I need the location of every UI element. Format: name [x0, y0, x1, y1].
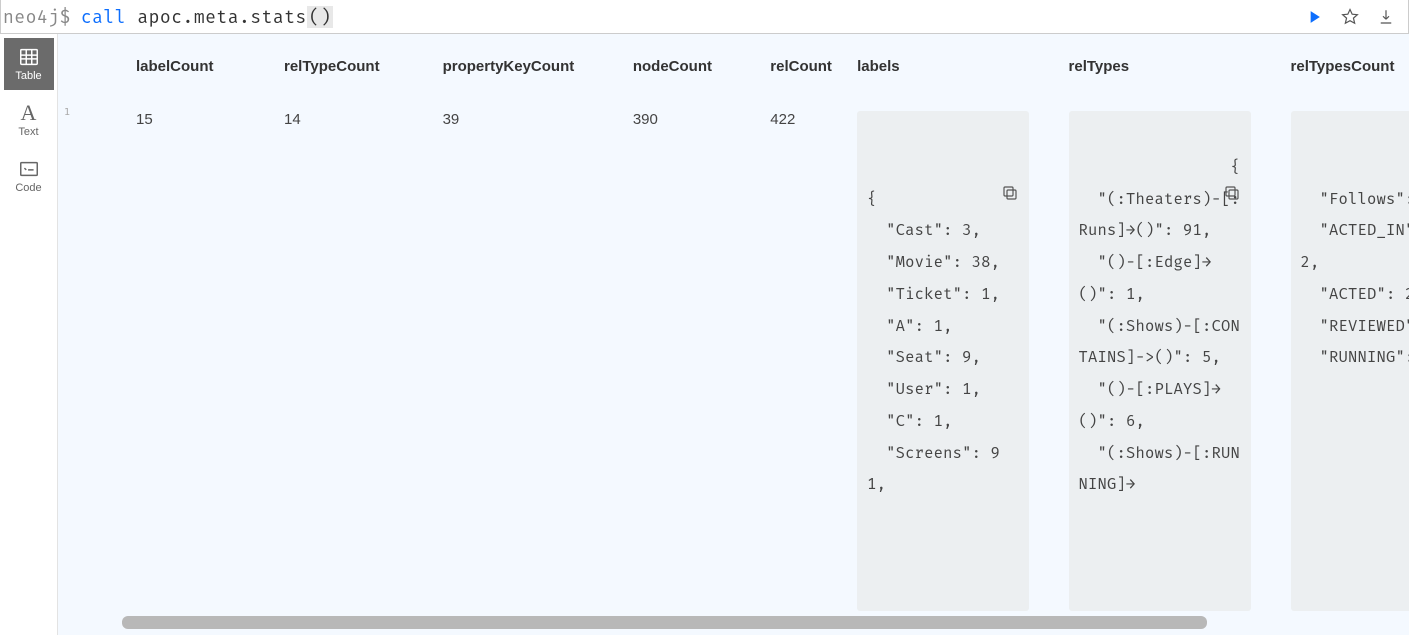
- relTypes-json-text: { "(:Theaters)-[:Runs]→()": 91, "()-[:Ed…: [1079, 159, 1241, 495]
- download-button[interactable]: [1372, 3, 1400, 31]
- table-header-row: labelCount relTypeCount propertyKeyCount…: [76, 34, 1409, 95]
- th-relTypes: relTypes: [1049, 34, 1271, 95]
- th-nodeCount: nodeCount: [573, 34, 710, 95]
- copy-icon: [1001, 184, 1019, 202]
- prompt-label: neo4j$: [1, 6, 81, 28]
- relTypes-json[interactable]: { "(:Theaters)-[:Runs]→()": 91, "()-[:Ed…: [1069, 111, 1251, 611]
- keyword-call: call: [81, 6, 126, 28]
- horizontal-scrollbar[interactable]: [122, 616, 1399, 629]
- th-labels: labels: [837, 34, 1048, 95]
- play-icon: [1304, 7, 1324, 27]
- labels-json-text: { "Cast": 3, "Movie": 38, "Ticket": 1, "…: [867, 191, 1000, 495]
- copy-button[interactable]: [1223, 119, 1243, 139]
- result-view-sidebar: Table A Text Code: [0, 34, 58, 635]
- text-icon: A: [18, 102, 40, 124]
- query-bar: neo4j$ call apoc.meta.stats(): [0, 0, 1409, 34]
- run-button[interactable]: [1300, 3, 1328, 31]
- star-icon: [1341, 8, 1359, 26]
- table-wrapper: labelCount relTypeCount propertyKeyCount…: [76, 34, 1409, 635]
- tab-text[interactable]: A Text: [4, 94, 54, 146]
- tab-text-label: Text: [18, 126, 38, 138]
- th-propertyKeyCount: propertyKeyCount: [383, 34, 573, 95]
- cell-labelCount: 15: [76, 95, 224, 621]
- download-icon: [1377, 8, 1395, 26]
- copy-icon: [1223, 184, 1241, 202]
- favorite-button[interactable]: [1336, 3, 1364, 31]
- th-relTypeCount: relTypeCount: [224, 34, 383, 95]
- tab-code-label: Code: [15, 182, 41, 194]
- labels-json[interactable]: { "Cast": 3, "Movie": 38, "Ticket": 1, "…: [857, 111, 1028, 611]
- main-area: Table A Text Code 1 labelCount relTypeCo…: [0, 34, 1409, 635]
- th-relTypesCount: relTypesCount: [1271, 34, 1409, 95]
- row-number: 1: [64, 107, 70, 118]
- result-area: 1 labelCount relTypeCount propertyKeyCou…: [58, 34, 1409, 635]
- relTypesCount-json-text: { "Follows": 2, "ACTED_IN": 172, "ACTED"…: [1301, 159, 1409, 368]
- tab-table[interactable]: Table: [4, 38, 54, 90]
- code-icon: [18, 158, 40, 180]
- query-tail: (): [307, 6, 334, 28]
- query-expression: apoc.meta.stats: [126, 6, 307, 28]
- tab-code[interactable]: Code: [4, 150, 54, 202]
- cell-labels: { "Cast": 3, "Movie": 38, "Ticket": 1, "…: [837, 95, 1048, 621]
- table-row: 15 14 39 390 422 { "Cast": 3, "Movie": 3…: [76, 95, 1409, 621]
- cell-relTypesCount: { "Follows": 2, "ACTED_IN": 172, "ACTED"…: [1271, 95, 1409, 621]
- table-icon: [18, 46, 40, 68]
- copy-button[interactable]: [1001, 119, 1021, 139]
- cell-relCount: 422: [710, 95, 837, 621]
- results-table: labelCount relTypeCount propertyKeyCount…: [76, 34, 1409, 621]
- th-labelCount: labelCount: [76, 34, 224, 95]
- cell-propertyKeyCount: 39: [383, 95, 573, 621]
- cell-relTypeCount: 14: [224, 95, 383, 621]
- query-input[interactable]: call apoc.meta.stats(): [81, 6, 1300, 28]
- tab-table-label: Table: [15, 70, 41, 82]
- scrollbar-thumb[interactable]: [122, 616, 1207, 629]
- th-relCount: relCount: [710, 34, 837, 95]
- cell-relTypes: { "(:Theaters)-[:Runs]→()": 91, "()-[:Ed…: [1049, 95, 1271, 621]
- cell-nodeCount: 390: [573, 95, 710, 621]
- relTypesCount-json[interactable]: { "Follows": 2, "ACTED_IN": 172, "ACTED"…: [1291, 111, 1409, 611]
